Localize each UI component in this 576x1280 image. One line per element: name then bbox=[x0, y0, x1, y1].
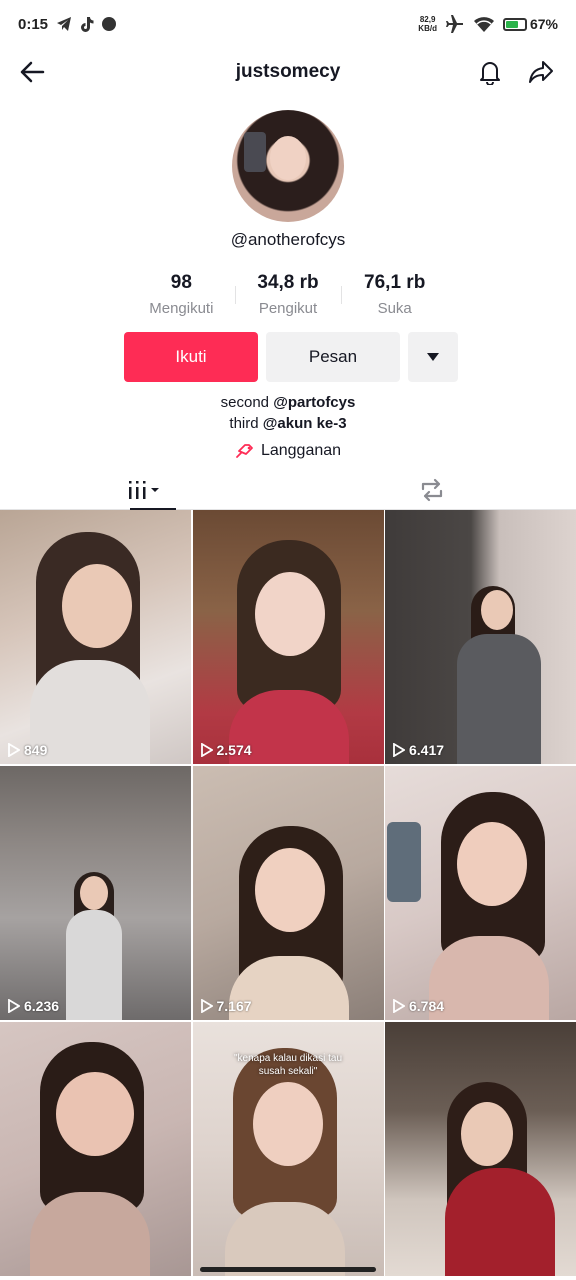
stat-following[interactable]: 98 Mengikuti bbox=[128, 272, 235, 317]
bio-line-2-text: third bbox=[229, 415, 263, 432]
telegram-icon bbox=[56, 16, 72, 32]
back-arrow-icon bbox=[20, 61, 45, 83]
video-thumbnail[interactable]: "kenapa kalau dikasi tau susah sekali" bbox=[192, 1022, 384, 1276]
videos-grid-icon bbox=[129, 480, 159, 499]
video-views: 7.167 bbox=[200, 998, 252, 1014]
status-time: 0:15 bbox=[18, 15, 49, 33]
stat-followers[interactable]: 34,8 rb Pengikut bbox=[234, 272, 342, 317]
stat-followers-label: Pengikut bbox=[258, 300, 318, 317]
video-thumbnail[interactable]: 7.167 bbox=[192, 766, 384, 1020]
video-thumbnail[interactable] bbox=[0, 1022, 191, 1276]
video-views-count: 7.167 bbox=[216, 998, 252, 1014]
share-icon bbox=[529, 61, 553, 83]
profile-tabs bbox=[0, 470, 576, 510]
stat-likes-value: 76,1 rb bbox=[364, 272, 426, 293]
tab-videos[interactable] bbox=[0, 470, 288, 510]
play-icon bbox=[393, 743, 405, 757]
caret-down-icon bbox=[427, 353, 439, 361]
play-icon bbox=[200, 743, 213, 757]
message-button[interactable]: Pesan bbox=[266, 332, 400, 382]
video-caption: "kenapa kalau dikasi tau susah sekali" bbox=[233, 1053, 343, 1077]
profile-stats: 98 Mengikuti 34,8 rb Pengikut 76,1 rb Su… bbox=[128, 272, 448, 317]
airplane-icon bbox=[445, 15, 465, 33]
bio-line-1-text: second bbox=[220, 394, 274, 411]
stat-following-label: Mengikuti bbox=[149, 300, 214, 317]
video-views: 2.574 bbox=[200, 742, 252, 758]
notification-dot-icon bbox=[102, 17, 117, 31]
wifi-icon bbox=[473, 16, 495, 32]
more-options-button[interactable] bbox=[408, 332, 458, 382]
video-thumbnail[interactable]: 6.236 bbox=[0, 766, 191, 1020]
play-icon bbox=[8, 999, 20, 1013]
notifications-button[interactable] bbox=[470, 52, 510, 92]
video-views-count: 6.417 bbox=[409, 742, 445, 758]
bio-line-2: third @akun ke-3 bbox=[0, 413, 576, 434]
stat-likes[interactable]: 76,1 rb Suka bbox=[341, 272, 448, 317]
stat-followers-value: 34,8 rb bbox=[257, 272, 319, 293]
back-button[interactable] bbox=[12, 52, 52, 92]
status-bar: 0:15 82,9 KB/d 67% bbox=[0, 0, 576, 48]
bio-mention-akun-ke-3[interactable]: @akun ke-3 bbox=[263, 415, 347, 432]
battery-percent: 67% bbox=[529, 16, 558, 32]
profile-header: justsomecy bbox=[0, 48, 576, 96]
avatar-face bbox=[270, 136, 306, 180]
video-views-count: 6.784 bbox=[409, 998, 445, 1014]
bio-line-1: second @partofcys bbox=[0, 392, 576, 413]
battery-indicator: 67% bbox=[502, 16, 558, 32]
stat-following-value: 98 bbox=[170, 272, 192, 293]
follow-button[interactable]: Ikuti bbox=[124, 332, 258, 382]
video-thumbnail[interactable]: 2.574 bbox=[192, 510, 384, 764]
video-views-count: 2.574 bbox=[216, 742, 252, 758]
subscription-link[interactable]: Langganan bbox=[0, 442, 576, 460]
video-grid: 849 2.574 6.417 6.236 7.167 6.784 "kenap… bbox=[0, 510, 576, 1276]
video-views-count: 6.236 bbox=[24, 998, 60, 1014]
avatar[interactable] bbox=[232, 110, 344, 222]
stat-likes-label: Suka bbox=[377, 300, 412, 317]
video-thumbnail[interactable]: 6.417 bbox=[385, 510, 576, 764]
bio-mention-partofcys[interactable]: @partofcys bbox=[273, 394, 355, 411]
play-icon bbox=[8, 743, 20, 757]
phone-in-photo bbox=[387, 822, 421, 902]
profile-bio: second @partofcys third @akun ke-3 bbox=[0, 392, 576, 434]
net-speed-value: 82,9 bbox=[419, 15, 436, 24]
video-views: 849 bbox=[8, 742, 47, 758]
play-icon bbox=[393, 999, 405, 1013]
battery-icon bbox=[502, 17, 527, 31]
video-views-count: 849 bbox=[24, 742, 48, 758]
subscription-label: Langganan bbox=[260, 442, 342, 459]
tiktok-icon bbox=[80, 16, 94, 32]
bell-icon bbox=[480, 62, 500, 85]
video-views: 6.236 bbox=[8, 998, 59, 1014]
video-thumbnail[interactable] bbox=[385, 1022, 576, 1276]
subscription-icon bbox=[236, 444, 253, 458]
tab-reposts[interactable] bbox=[288, 470, 576, 509]
profile-handle: @anotherofcys bbox=[230, 230, 346, 249]
repost-icon bbox=[421, 478, 443, 501]
net-speed-unit: KB/d bbox=[418, 24, 437, 33]
profile-actions: Ikuti Pesan bbox=[124, 332, 458, 382]
avatar-phone bbox=[244, 132, 266, 172]
video-views: 6.417 bbox=[393, 742, 444, 758]
share-button[interactable] bbox=[521, 52, 561, 92]
net-speed: 82,9 KB/d bbox=[418, 15, 437, 33]
play-icon bbox=[200, 999, 213, 1013]
video-thumbnail[interactable]: 6.784 bbox=[385, 766, 576, 1020]
video-views: 6.784 bbox=[393, 998, 444, 1014]
home-indicator[interactable] bbox=[200, 1267, 376, 1272]
video-thumbnail[interactable]: 849 bbox=[0, 510, 191, 764]
